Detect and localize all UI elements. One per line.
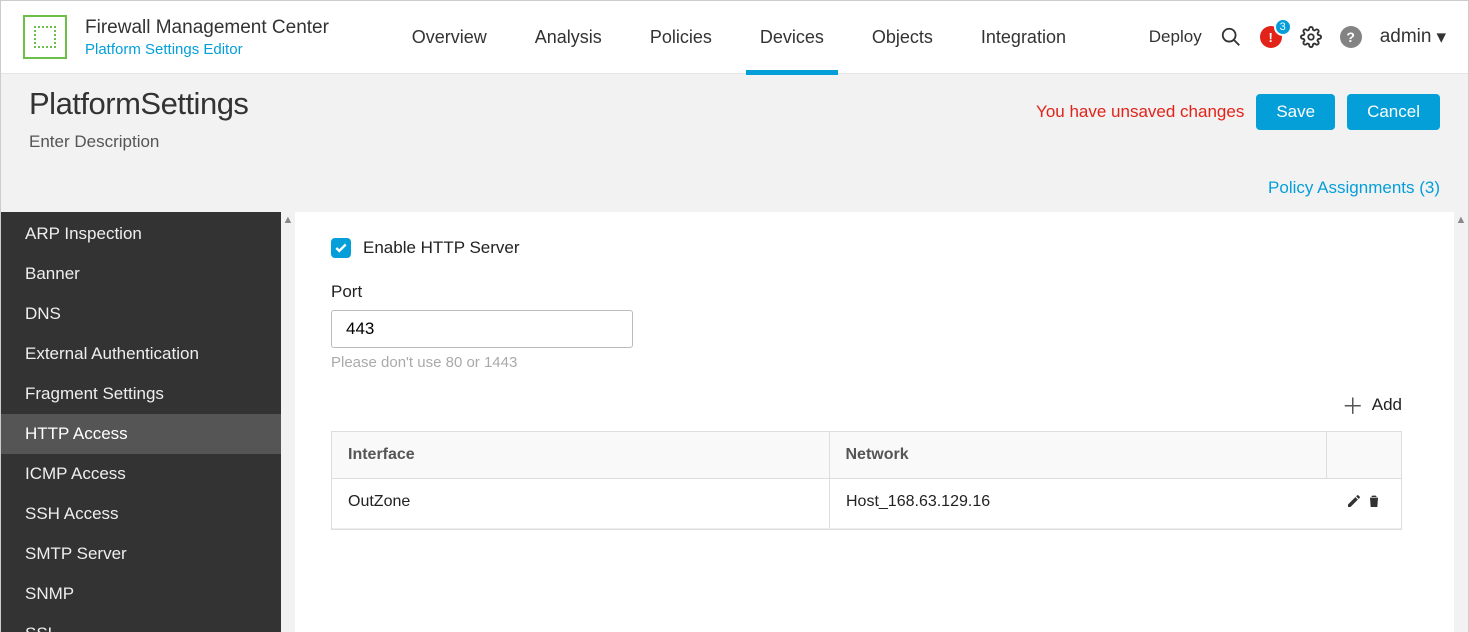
sidebar-item-snmp[interactable]: SNMP [1,574,281,614]
col-interface-header: Interface [332,432,830,478]
user-name: admin [1380,26,1432,48]
app-header: Firewall Management Center Platform Sett… [1,1,1468,74]
brand-title: Firewall Management Center [85,17,329,39]
assignments-bar: Policy Assignments (3) [1,172,1468,212]
port-hint: Please don't use 80 or 1443 [331,354,1402,371]
col-network-header: Network [830,432,1328,478]
alert-icon[interactable]: 3 [1260,26,1282,48]
content-scroll-up-icon[interactable] [1454,212,1468,632]
cancel-button[interactable]: Cancel [1347,94,1440,130]
settings-sidebar: ARP InspectionBannerDNSExternal Authenti… [1,212,281,632]
sidebar-item-icmp-access[interactable]: ICMP Access [1,454,281,494]
port-label: Port [331,282,1402,302]
nav-policies[interactable]: Policies [626,5,736,70]
port-input[interactable] [331,310,633,348]
sidebar-item-external-authentication[interactable]: External Authentication [1,334,281,374]
sidebar-scroll-up-icon[interactable] [281,212,295,632]
nav-integration[interactable]: Integration [957,5,1090,70]
title-area: PlatformSettings Enter Description You h… [1,74,1468,172]
brand: Firewall Management Center Platform Sett… [23,15,329,59]
table-row: OutZoneHost_168.63.129.16 [332,479,1401,529]
sidebar-item-ssl[interactable]: SSL [1,614,281,632]
sidebar-item-dns[interactable]: DNS [1,294,281,334]
plus-icon: ＋ [1342,389,1364,421]
sidebar-item-banner[interactable]: Banner [1,254,281,294]
add-label: Add [1372,395,1402,415]
main-nav: OverviewAnalysisPoliciesDevicesObjectsIn… [329,5,1149,70]
brand-subtitle: Platform Settings Editor [85,41,329,58]
brand-logo-icon [23,15,67,59]
chevron-down-icon: ▾ [1436,26,1446,49]
user-menu[interactable]: admin ▾ [1380,26,1446,49]
page-description[interactable]: Enter Description [29,132,248,152]
access-table: Interface Network OutZoneHost_168.63.129… [331,431,1402,530]
notification-badge: 3 [1274,18,1292,36]
enable-http-label: Enable HTTP Server [363,238,520,258]
gear-icon[interactable] [1300,26,1322,48]
nav-analysis[interactable]: Analysis [511,5,626,70]
unsaved-warning: You have unsaved changes [1036,102,1244,122]
save-button[interactable]: Save [1256,94,1335,130]
enable-http-checkbox[interactable] [331,238,351,258]
page-title: PlatformSettings [29,86,248,122]
sidebar-item-smtp-server[interactable]: SMTP Server [1,534,281,574]
nav-objects[interactable]: Objects [848,5,957,70]
help-icon[interactable]: ? [1340,26,1362,48]
nav-devices[interactable]: Devices [736,5,848,70]
nav-overview[interactable]: Overview [388,5,511,70]
delete-icon[interactable] [1366,493,1382,514]
add-button[interactable]: ＋ Add [1342,389,1402,421]
sidebar-item-arp-inspection[interactable]: ARP Inspection [1,212,281,254]
col-actions-header [1327,432,1401,478]
sidebar-item-ssh-access[interactable]: SSH Access [1,494,281,534]
header-right: Deploy 3 ? admin ▾ [1149,26,1446,49]
policy-assignments-link[interactable]: Policy Assignments (3) [1268,178,1440,197]
search-icon[interactable] [1220,26,1242,48]
sidebar-item-fragment-settings[interactable]: Fragment Settings [1,374,281,414]
sidebar-item-http-access[interactable]: HTTP Access [1,414,281,454]
edit-icon[interactable] [1346,493,1362,514]
cell-interface: OutZone [332,479,830,528]
deploy-button[interactable]: Deploy [1149,27,1202,47]
cell-network: Host_168.63.129.16 [830,479,1327,528]
